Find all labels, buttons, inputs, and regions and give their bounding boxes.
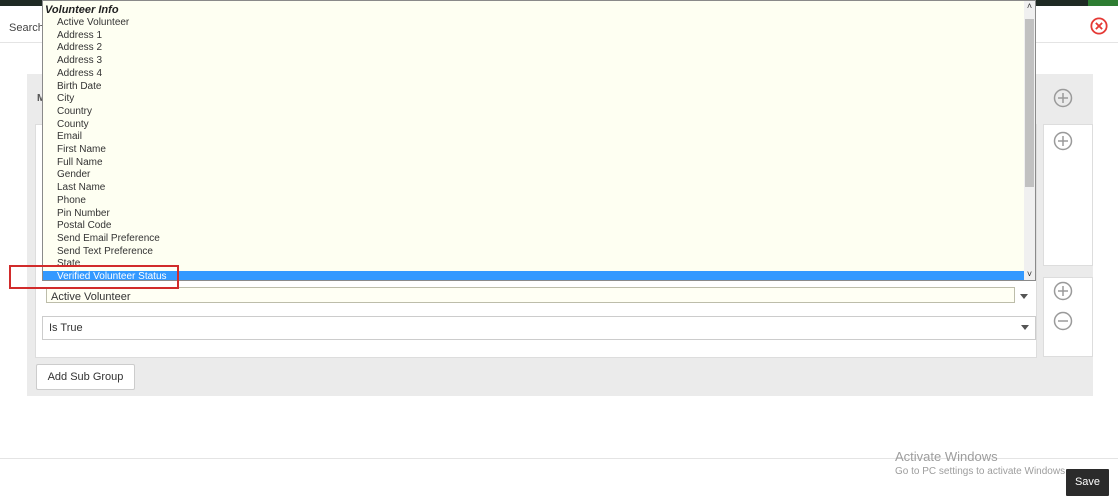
chevron-down-icon <box>1020 294 1028 299</box>
operator-select[interactable]: Is True <box>42 316 1036 340</box>
dropdown-option[interactable]: First Name <box>43 144 1024 157</box>
remove-row-button[interactable] <box>1053 311 1073 331</box>
save-button[interactable]: Save <box>1066 469 1109 496</box>
scroll-up-icon[interactable]: ˄ <box>1024 1 1035 12</box>
watermark-title: Activate Windows <box>895 449 998 464</box>
dropdown-option[interactable]: Postal Code <box>43 220 1024 233</box>
dropdown-option[interactable]: Active Volunteer <box>43 17 1024 30</box>
dropdown-option[interactable]: Pin Number <box>43 208 1024 221</box>
scroll-down-icon[interactable]: ˅ <box>1024 269 1035 280</box>
scroll-thumb[interactable] <box>1025 19 1034 187</box>
dropdown-option[interactable]: Phone <box>43 195 1024 208</box>
dropdown-option[interactable]: Send Email Preference <box>43 233 1024 246</box>
dropdown-option[interactable]: Address 1 <box>43 30 1024 43</box>
dropdown-option[interactable]: City <box>43 93 1024 106</box>
add-group-button[interactable] <box>1053 88 1073 108</box>
dropdown-option[interactable]: Full Name <box>43 157 1024 170</box>
field-select-value: Active Volunteer <box>51 291 131 303</box>
dropdown-scrollbar[interactable]: ˄ ˅ <box>1024 1 1035 280</box>
top-accent-bar <box>1088 0 1118 6</box>
watermark-subtitle: Go to PC settings to activate Windows. <box>895 466 1068 477</box>
search-label[interactable]: Search <box>9 22 44 34</box>
dropdown-option[interactable]: Country <box>43 106 1024 119</box>
dropdown-option[interactable]: Address 3 <box>43 55 1024 68</box>
add-sub-group-button[interactable]: Add Sub Group <box>36 364 135 390</box>
field-dropdown-list[interactable]: Volunteer Info Active Volunteer Address 1… <box>42 0 1036 281</box>
dropdown-options: Volunteer Info Active Volunteer Address 1… <box>43 1 1024 280</box>
dropdown-option[interactable]: Address 4 <box>43 68 1024 81</box>
dropdown-option[interactable]: Email <box>43 131 1024 144</box>
dropdown-option[interactable]: State <box>43 258 1024 271</box>
add-condition-button[interactable] <box>1053 131 1073 151</box>
add-row-button[interactable] <box>1053 281 1073 301</box>
dropdown-option[interactable]: Birth Date <box>43 81 1024 94</box>
dropdown-option[interactable]: Verified Volunteer Status <box>43 271 1024 280</box>
operator-select-value: Is True <box>49 322 83 334</box>
dropdown-option[interactable]: Address 2 <box>43 42 1024 55</box>
selection-highlight-box <box>9 265 179 289</box>
close-icon[interactable] <box>1090 17 1108 35</box>
chevron-down-icon <box>1021 325 1029 330</box>
rule-editor-screen: Search M Active Volunteer Is True <box>0 0 1118 504</box>
dropdown-option[interactable]: Last Name <box>43 182 1024 195</box>
dropdown-option[interactable]: County <box>43 119 1024 132</box>
field-select[interactable]: Active Volunteer <box>46 287 1028 303</box>
dropdown-option[interactable]: Send Text Preference <box>43 246 1024 259</box>
dropdown-option[interactable]: Gender <box>43 169 1024 182</box>
option-group-label: Volunteer Info <box>45 4 119 16</box>
